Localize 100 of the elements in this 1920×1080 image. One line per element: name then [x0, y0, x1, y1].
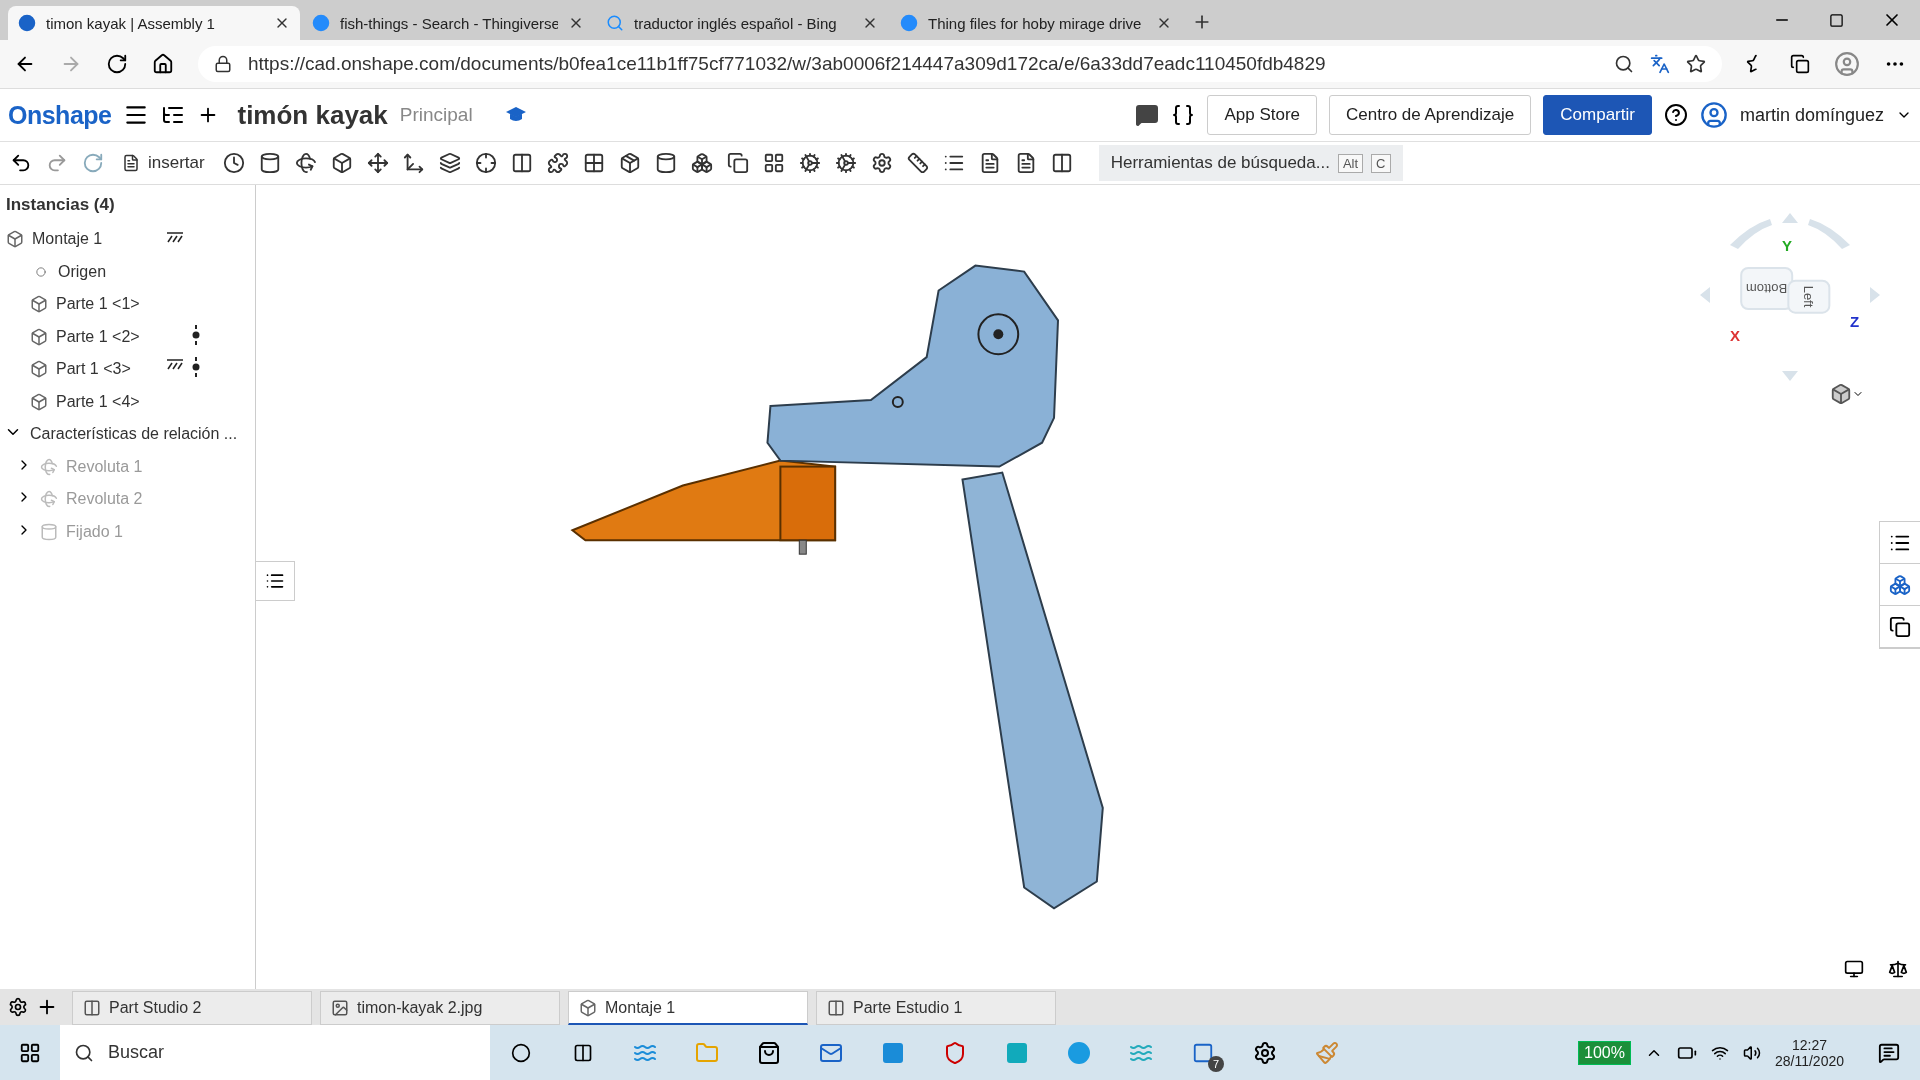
battery-percentage: 100%: [1578, 1040, 1631, 1065]
boxes-icon[interactable]: [690, 152, 713, 174]
star-icon[interactable]: [1686, 54, 1706, 74]
volume-icon[interactable]: [1742, 1043, 1761, 1062]
document-tab[interactable]: Montaje 1: [568, 991, 808, 1025]
axis-label: Y: [1782, 237, 1792, 254]
image-icon: [331, 999, 349, 1017]
tree-item[interactable]: Origen: [0, 255, 255, 288]
clock[interactable]: 12:27 28/11/2020: [1774, 1036, 1844, 1069]
revolute-icon: [40, 457, 58, 476]
layers-icon[interactable]: [438, 152, 461, 174]
home-icon[interactable]: [152, 53, 174, 75]
filter-icon[interactable]: [8, 997, 28, 1017]
lock-icon: [214, 55, 232, 73]
revolute-icon: [40, 490, 58, 509]
address-bar[interactable]: https://cad.onshape.com/documents/b0fea1ce11b1ff75cf771032/w/3ab0006f214447a309d172ca/e/6a33dd7eadc110450fdb4829: [198, 46, 1722, 82]
taskbar-button[interactable]: 7: [1172, 1025, 1234, 1080]
circle-logo-icon: [900, 14, 918, 32]
document-tab[interactable]: timon-kayak 2.jpg: [320, 991, 560, 1025]
grounded-icon: [166, 230, 184, 245]
avatar-icon[interactable]: [1699, 101, 1728, 129]
phone-app-icon: [1192, 1041, 1214, 1064]
document-tab[interactable]: Part Studio 2: [72, 991, 312, 1025]
gear-icon[interactable]: [834, 152, 857, 174]
header-button[interactable]: Centro de Aprendizaje: [1329, 95, 1532, 135]
circle-logo-icon: [18, 14, 36, 32]
header-button[interactable]: Compartir: [1543, 95, 1652, 135]
tool-search-field[interactable]: Herramientas de búsqueda... Alt C: [1098, 145, 1403, 181]
origin-icon: [36, 266, 46, 277]
gear-icon[interactable]: [798, 152, 821, 174]
tree-item[interactable]: Características de relación ...: [0, 418, 255, 451]
part-studio-icon: [827, 999, 845, 1017]
list-toggle-button[interactable]: [255, 561, 295, 601]
redo-icon[interactable]: [46, 152, 68, 174]
crosshair-icon[interactable]: [474, 152, 497, 174]
notification-badge: 7: [1208, 1056, 1224, 1072]
tree-item[interactable]: Parte 1 <1>: [0, 288, 255, 321]
shortcut-key: Alt: [1337, 153, 1364, 173]
part-icon: [30, 392, 48, 411]
braces-icon[interactable]: [1171, 103, 1196, 127]
circle-logo-icon: [312, 14, 330, 32]
collections-icon[interactable]: [1790, 54, 1810, 74]
view-mode-icon[interactable]: [1830, 383, 1864, 405]
search-icon[interactable]: [1614, 54, 1634, 74]
user-name[interactable]: martin domínguez: [1739, 104, 1884, 126]
assembly-icon: [579, 998, 597, 1017]
rotate-icon[interactable]: [294, 152, 317, 174]
maximize-icon[interactable]: [1829, 12, 1844, 28]
cylinder-icon[interactable]: [258, 152, 281, 174]
part-icon: [30, 360, 48, 379]
notifications-icon[interactable]: [1878, 1041, 1900, 1064]
view-cube-face[interactable]: Left: [1787, 279, 1831, 314]
move-3d-icon[interactable]: [402, 152, 425, 174]
header-button[interactable]: App Store: [1207, 95, 1318, 135]
tree-item[interactable]: Montaje 1: [0, 223, 255, 256]
part-icon: [30, 295, 48, 314]
panel-title: Instancias (4): [5, 195, 116, 216]
view-cube-face[interactable]: Bottom: [1740, 267, 1794, 310]
tree-item[interactable]: Parte 1 <4>: [0, 385, 255, 418]
reload-icon[interactable]: [106, 53, 128, 75]
insert-button[interactable]: insertar: [118, 153, 209, 173]
windows-logo-icon: [19, 1041, 41, 1064]
search-logo-icon: [606, 14, 624, 32]
display-icon[interactable]: [1844, 959, 1864, 979]
taskbar-search-field[interactable]: Buscar: [60, 1025, 490, 1080]
browser-tab[interactable]: traductor inglés español - Bing: [596, 6, 888, 40]
box-icon[interactable]: [330, 152, 353, 174]
package-icon[interactable]: [618, 152, 641, 174]
search-icon: [74, 1042, 94, 1063]
settings-icon[interactable]: [870, 152, 893, 174]
shortcut-key: C: [1371, 153, 1391, 173]
ruler-icon[interactable]: [906, 152, 929, 174]
help-icon[interactable]: [1663, 103, 1688, 127]
comment-icon[interactable]: [1135, 103, 1160, 127]
translate-icon[interactable]: [1650, 54, 1670, 74]
grid-icon[interactable]: [582, 152, 605, 174]
profile-icon[interactable]: [1834, 51, 1860, 77]
document-tab[interactable]: Parte Estudio 1: [816, 991, 1056, 1025]
clock-icon[interactable]: [222, 152, 245, 174]
list-icon: [265, 571, 285, 591]
document-icon: [122, 154, 140, 172]
cylinder-icon: [40, 522, 58, 541]
columns-icon[interactable]: [510, 152, 533, 174]
grid-icon[interactable]: [762, 152, 785, 174]
document-title: timón kayak: [237, 99, 388, 131]
puzzle-icon[interactable]: [546, 152, 569, 174]
part-icon: [30, 327, 48, 346]
browser-tab[interactable]: Thing files for hoby mirage drive: [890, 6, 1182, 40]
browser-tab[interactable]: timon kayak | Assembly 1: [8, 6, 300, 40]
cylinder-icon[interactable]: [654, 152, 677, 174]
tree-item[interactable]: Parte 1 <2>: [0, 320, 255, 353]
move-icon[interactable]: [366, 152, 389, 174]
undo-icon[interactable]: [10, 152, 32, 174]
dof-icon: [192, 324, 200, 345]
tree-item[interactable]: Part 1 <3>: [0, 353, 255, 386]
copy-icon[interactable]: [726, 152, 749, 174]
scale-icon[interactable]: [1888, 959, 1908, 979]
app-logo[interactable]: Onshape: [8, 100, 112, 130]
columns-icon[interactable]: [1050, 152, 1073, 174]
branch-name: Principal: [399, 104, 473, 126]
